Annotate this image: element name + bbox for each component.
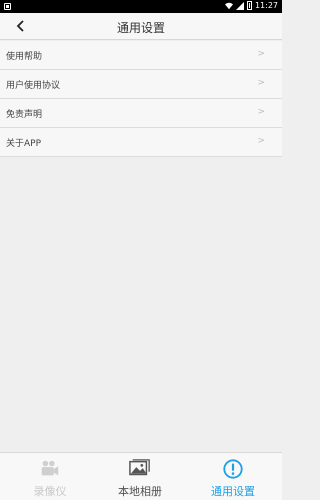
chevron-right-icon: > [257, 78, 265, 88]
tab-label: 录像仪 [33, 485, 67, 498]
wifi-icon [224, 2, 233, 9]
video-camera-icon [41, 460, 59, 476]
tab-label: 通用设置 [211, 485, 255, 498]
menu-item-user-agreement[interactable]: 用户使用协议 > [0, 70, 282, 99]
menu-item-label: 关于APP [6, 139, 42, 149]
battery-icon [246, 1, 252, 10]
page-title: 通用设置 [116, 21, 165, 35]
menu-item-label: 用户使用协议 [6, 81, 61, 91]
menu-item-disclaimer[interactable]: 免责声明 > [0, 99, 282, 128]
chevron-right-icon: > [257, 49, 265, 59]
notification-icon [4, 3, 11, 10]
tab-label: 本地相册 [118, 485, 162, 498]
tab-recorder[interactable]: 录像仪 [10, 458, 90, 498]
info-circle-icon [223, 459, 243, 479]
status-time: 11:27 [254, 1, 278, 10]
settings-list: 使用帮助 > 用户使用协议 > 免责声明 > 关于APP > [0, 41, 282, 157]
status-bar: 11:27 [0, 0, 282, 13]
bottom-tab-bar: 录像仪 本地相册 通用设置 [0, 452, 282, 500]
chevron-right-icon: > [257, 107, 265, 117]
gallery-icon [129, 459, 150, 476]
menu-item-help[interactable]: 使用帮助 > [0, 41, 282, 70]
menu-item-label: 使用帮助 [6, 52, 43, 62]
signal-icon [235, 1, 244, 10]
menu-item-label: 免责声明 [6, 110, 43, 120]
menu-item-about[interactable]: 关于APP > [0, 128, 282, 157]
header: 通用设置 [0, 13, 282, 40]
status-icons: 11:27 [224, 1, 278, 10]
tab-local-album[interactable]: 本地相册 [100, 458, 180, 498]
chevron-right-icon: > [257, 136, 265, 146]
tab-general-settings[interactable]: 通用设置 [193, 458, 273, 498]
